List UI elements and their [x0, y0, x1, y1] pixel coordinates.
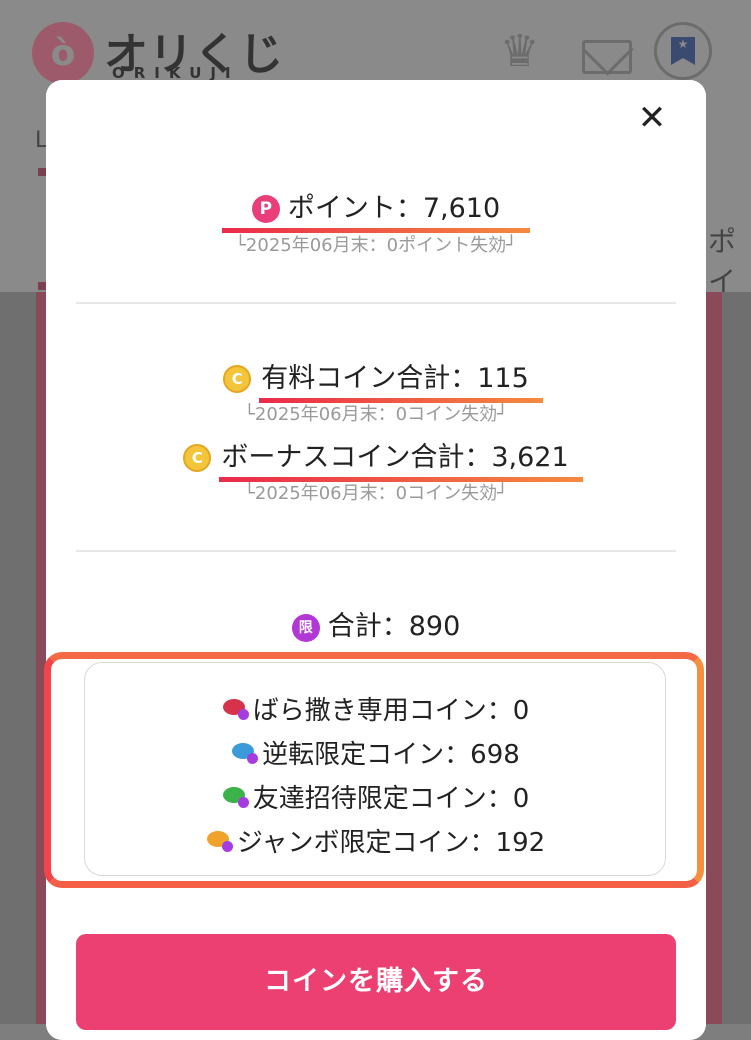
logo-mark: ò [32, 22, 94, 84]
gem-icon [222, 787, 249, 808]
paid-coins-row: C 有料コイン合計：115 [46, 356, 706, 403]
limited-coin-label: 友達招待限定コイン：0 [252, 784, 530, 814]
buy-coins-button[interactable]: コインを購入する [76, 934, 676, 1030]
bookmark-icon[interactable]: ★ [654, 22, 712, 80]
limited-total-label: 合計：890 [327, 611, 461, 642]
limited-coin-label: ばら撒き専用コイン：0 [252, 696, 530, 726]
bonus-coins-label: ボーナスコイン合計：3,621 [221, 442, 569, 473]
points-label: ポイント：7,610 [287, 193, 501, 224]
bonus-coins-row: C ボーナスコイン合計：3,621 [46, 435, 706, 482]
tab-indicator [38, 282, 46, 290]
close-icon[interactable]: ✕ [632, 98, 672, 138]
mail-icon[interactable] [582, 40, 632, 74]
paid-coins-label: 有料コイン合計：115 [261, 363, 529, 394]
gem-icon [232, 743, 259, 764]
points-expiry: └2025年06月末：0ポイント失効┘ [235, 235, 517, 256]
limited-coin-label: 逆転限定コイン：698 [262, 740, 520, 770]
points-row: P ポイント：7,610 [46, 186, 706, 233]
divider [76, 302, 676, 304]
limited-coin-icon: 限 [291, 614, 320, 642]
background-strip [36, 292, 46, 1024]
limited-coin-item: 逆転限定コイン：698 [46, 734, 706, 771]
divider [76, 550, 676, 552]
gem-icon [206, 831, 233, 852]
limited-coin-item: ばら撒き専用コイン：0 [46, 690, 706, 727]
limited-coin-item: 友達招待限定コイン：0 [46, 778, 706, 815]
gem-icon [222, 699, 249, 720]
limited-total-row: 限合計：890 [46, 604, 706, 643]
background-strip [706, 292, 722, 1024]
coin-icon: C [183, 444, 212, 472]
coin-icon: C [223, 365, 252, 393]
tab-indicator [38, 168, 46, 176]
paid-coins-expiry: └2025年06月末：0コイン失効┘ [244, 404, 508, 425]
bonus-coins-expiry: └2025年06月末：0コイン失効┘ [244, 483, 508, 504]
limited-coin-label: ジャンボ限定コイン：192 [236, 828, 546, 858]
crown-icon[interactable]: ♛ [500, 30, 539, 74]
points-icon: P [251, 195, 280, 223]
tab-fragment-right: ポイ [708, 225, 737, 298]
limited-coin-item: ジャンボ限定コイン：192 [46, 822, 706, 859]
